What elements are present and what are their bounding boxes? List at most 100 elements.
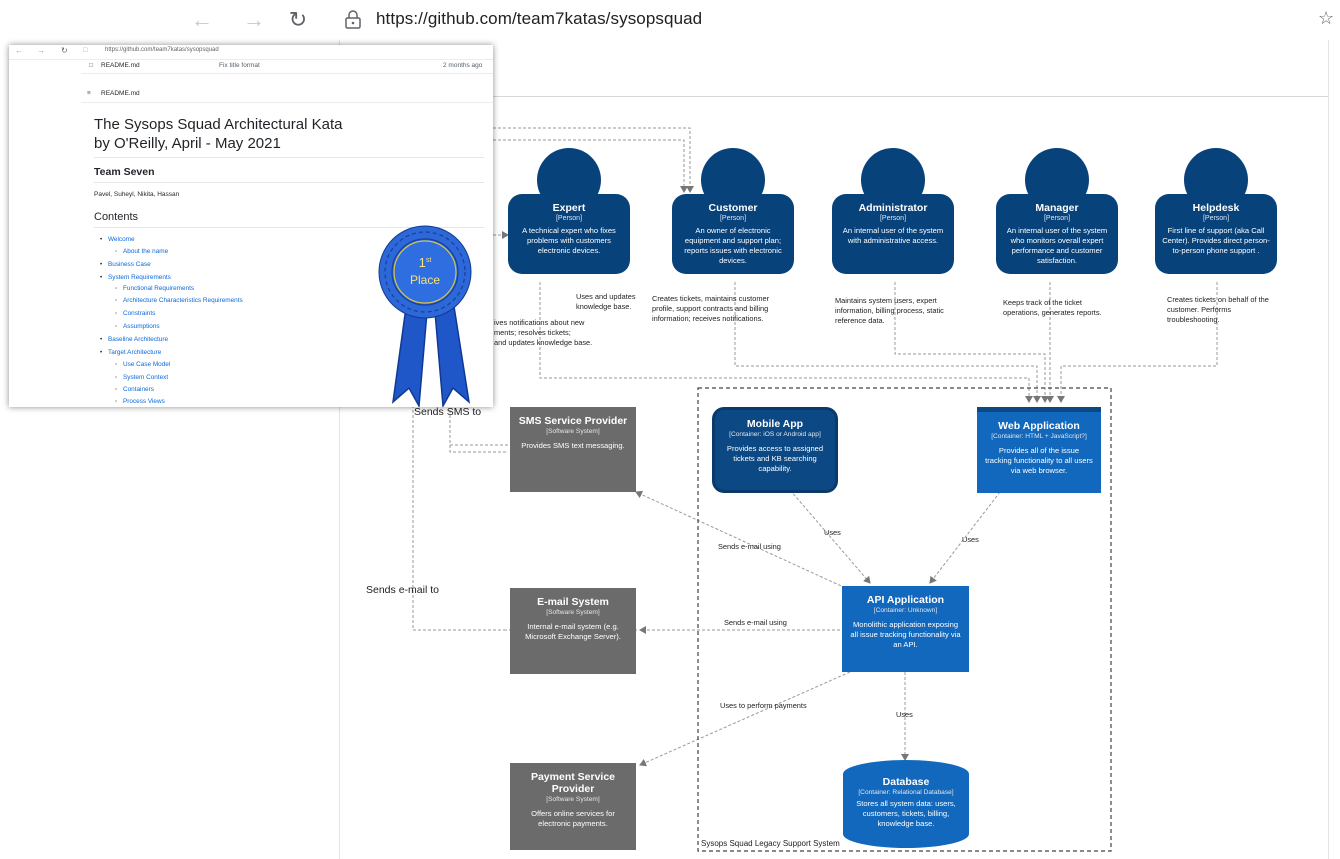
person-desc: First line of support (aka Call Center).… <box>1162 226 1270 255</box>
toc-link[interactable]: Business Case <box>108 261 151 268</box>
edge-label: Keeps track of the ticket operations, ge… <box>1003 298 1102 317</box>
person-name: Expert <box>552 202 586 214</box>
edge-label: Sends e-mail using <box>718 542 781 551</box>
person-name: Administrator <box>858 202 928 214</box>
edge-label: Sends e-mail using <box>724 618 787 627</box>
system-desc: Provides SMS text messaging. <box>521 441 625 450</box>
container-name: Database <box>882 776 930 788</box>
file-name[interactable]: README.md <box>101 62 140 69</box>
readme-label: README.md <box>101 90 140 97</box>
person-customer: Customer [Person] An owner of electronic… <box>672 148 794 274</box>
container-name: Mobile App <box>746 418 804 430</box>
system-name: SMS Service Provider <box>518 415 628 427</box>
reload-icon: ↻ <box>61 46 68 55</box>
divider <box>81 73 493 74</box>
toc-link[interactable]: Architecture Characteristics Requirement… <box>123 297 243 304</box>
edge-label: ives notifications about new ments; reso… <box>494 318 593 347</box>
title-line: by O'Reilly, April - May 2021 <box>94 135 281 152</box>
toc-link[interactable]: Target Architecture <box>108 349 161 356</box>
person-name: Helpdesk <box>1192 202 1240 214</box>
container-desc: Monolithic application exposing all issu… <box>850 620 961 649</box>
container-web-app: Web Application [Container: HTML + JavaS… <box>977 407 1101 493</box>
person-expert: Expert [Person] A technical expert who f… <box>508 148 630 274</box>
divider <box>81 102 493 103</box>
person-name: Manager <box>1035 202 1079 214</box>
container-mobile-app: Mobile App [Container: iOS or Android ap… <box>712 407 838 493</box>
edge-label: Uses and updates knowledge base. <box>576 292 636 311</box>
edge-label: Sends SMS to <box>414 406 482 418</box>
person-helpdesk: Helpdesk [Person] First line of support … <box>1155 148 1277 274</box>
system-desc: Offers online services for electronic pa… <box>531 809 615 828</box>
system-desc: Internal e-mail system (e.g. Microsoft E… <box>525 622 621 641</box>
person-desc: An owner of electronic equipment and sup… <box>684 226 782 265</box>
toc-link[interactable]: Use Case Model <box>123 361 170 368</box>
person-type: [Person] <box>719 215 747 222</box>
person-type: [Person] <box>1202 215 1230 222</box>
container-api-app: API Application [Container: Unknown] Mon… <box>842 586 969 672</box>
toc-link[interactable]: Assumptions <box>123 323 160 330</box>
person-type: [Person] <box>1043 215 1071 222</box>
divider <box>94 182 484 183</box>
person-administrator: Administrator [Person] An internal user … <box>832 148 954 274</box>
system-type: [Software System] <box>546 428 600 435</box>
title-line: The Sysops Squad Architectural Kata <box>94 116 343 133</box>
system-payment-provider: Payment Service Provider [Software Syste… <box>510 763 636 850</box>
container-desc: Provides access to assigned tickets and … <box>726 444 824 473</box>
file-icon: □ <box>89 62 93 69</box>
edge-label: Creates tickets on behalf of the custome… <box>1167 295 1269 324</box>
person-name: Customer <box>708 202 758 214</box>
contents-heading: Contents <box>94 211 139 223</box>
toc-link[interactable]: Process Views <box>123 398 165 405</box>
container-name: API Application <box>866 594 945 606</box>
commit-message[interactable]: Fix title format <box>219 62 260 69</box>
ribbon-word: Place <box>410 273 440 287</box>
toc-link[interactable]: System Requirements <box>108 274 171 281</box>
arrow-left-icon: ← <box>15 46 23 55</box>
person-type: [Person] <box>555 215 583 222</box>
system-type: [Software System] <box>546 609 600 616</box>
inset-address: https://github.com/team7katas/sysopsquad <box>105 47 219 53</box>
toc-link[interactable]: Constraints <box>123 310 155 317</box>
ribbon-suffix: st <box>426 257 432 264</box>
team-members: Pavel, Suheyl, Nikita, Hassan <box>94 191 180 198</box>
list-icon: ≡ <box>87 90 91 97</box>
arrow-right-icon: → <box>37 46 45 55</box>
edge-label: Uses <box>962 535 979 544</box>
toc-link[interactable]: Containers <box>123 386 154 393</box>
container-desc: Provides all of the issue tracking funct… <box>985 446 1093 475</box>
container-name: Web Application <box>998 420 1080 432</box>
toc-link[interactable]: Functional Requirements <box>123 285 194 292</box>
container-type: [Container: Relational Database] <box>858 789 954 796</box>
commit-age: 2 months ago <box>443 62 483 69</box>
container-database: Database [Container: Relational Database… <box>843 760 969 848</box>
toc-link[interactable]: Baseline Architecture <box>108 336 168 343</box>
system-type: [Software System] <box>546 796 600 803</box>
ribbon-rank: 1 <box>419 255 426 270</box>
container-type: [Container: iOS or Android app] <box>729 431 821 438</box>
inset-browser-bar: ← → ↻ □ https://github.com/team7katas/sy… <box>9 45 493 60</box>
person-desc: An internal user of the system with admi… <box>842 226 944 245</box>
toc-link[interactable]: About the name <box>123 248 168 255</box>
readme-inset-screenshot: ← → ↻ □ https://github.com/team7katas/sy… <box>9 45 493 407</box>
team-heading: Team Seven <box>94 166 155 178</box>
boundary-label: Sysops Squad Legacy Support System <box>701 839 840 848</box>
edge-label: Maintains system users, expert informati… <box>835 296 944 325</box>
system-sms-provider: SMS Service Provider [Software System] P… <box>510 407 636 492</box>
person-desc: An internal user of the system who monit… <box>1006 226 1108 265</box>
container-desc: Stores all system data: users, customers… <box>856 799 956 828</box>
system-name: E-mail System <box>537 596 609 608</box>
system-email: E-mail System [Software System] Internal… <box>510 588 636 674</box>
container-type: [Container: HTML + JavaScript?] <box>991 433 1087 440</box>
toc-link[interactable]: Welcome <box>108 236 135 243</box>
system-name: Payment Service Provider <box>530 771 616 795</box>
edge-label: Uses <box>824 528 841 537</box>
edge-label: Creates tickets, maintains customer prof… <box>652 294 770 323</box>
edge-label: Uses <box>896 710 913 719</box>
divider <box>94 157 484 158</box>
person-desc: A technical expert who fixes problems wi… <box>522 226 616 255</box>
toc-link[interactable]: System Context <box>123 374 168 381</box>
edge-label: Uses to perform payments <box>720 701 807 710</box>
container-type: [Container: Unknown] <box>873 607 938 614</box>
lock-icon: □ <box>83 47 88 54</box>
person-type: [Person] <box>879 215 907 222</box>
